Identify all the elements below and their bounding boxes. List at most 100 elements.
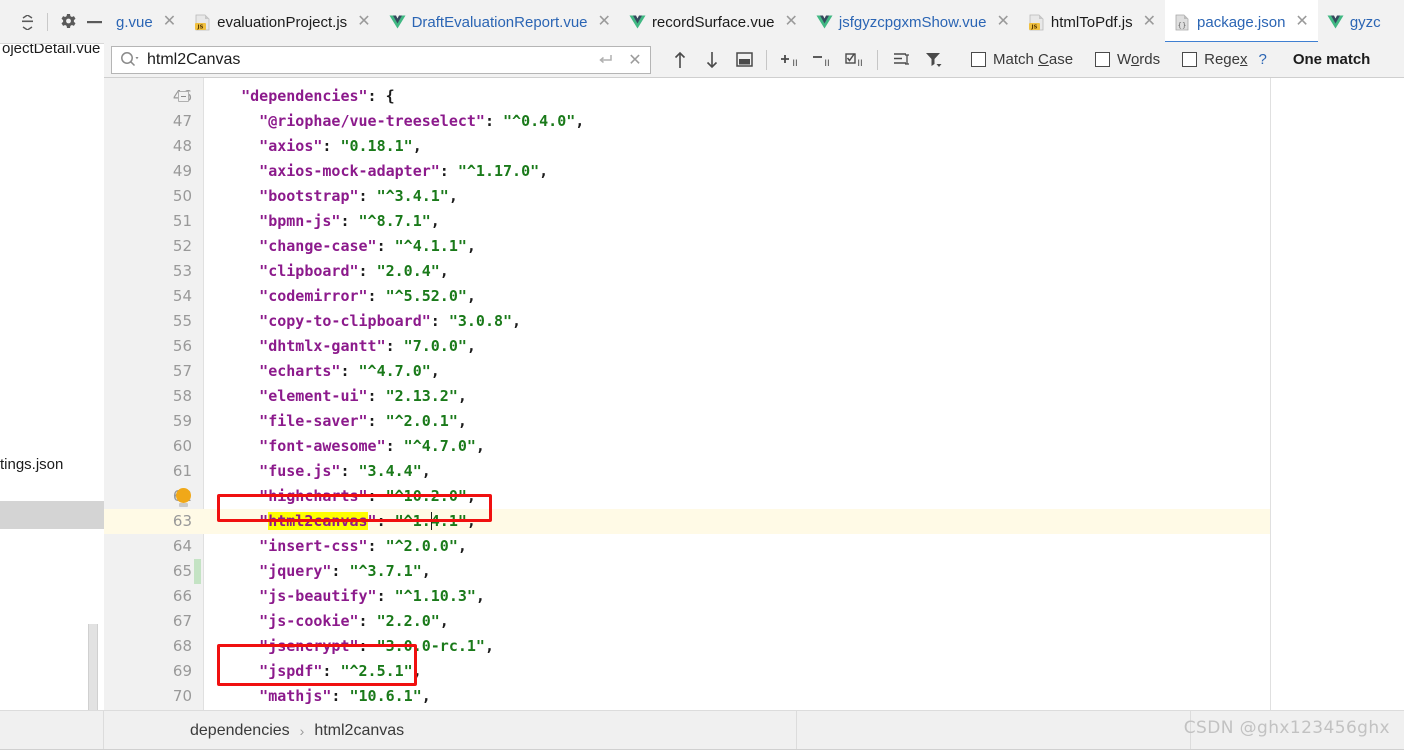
line-number: 49 bbox=[172, 162, 192, 180]
close-icon[interactable]: ✕ bbox=[1143, 14, 1156, 30]
code-line[interactable]: 47 "@riophae/vue-treeselect": "^0.4.0", bbox=[104, 109, 1270, 134]
hide-panel-icon[interactable] bbox=[81, 7, 107, 37]
return-arrow-icon[interactable] bbox=[590, 47, 620, 73]
line-number: 51 bbox=[172, 212, 192, 230]
code-token: "^4.1.1" bbox=[394, 237, 467, 255]
search-input-value[interactable]: html2Canvas bbox=[147, 51, 590, 68]
project-item-clipped-mid[interactable]: tings.json bbox=[0, 456, 63, 473]
intention-bulb-icon[interactable] bbox=[176, 488, 191, 507]
select-all-icon[interactable] bbox=[729, 45, 759, 75]
match-case-option[interactable]: Match Case bbox=[971, 51, 1073, 68]
filter-icon[interactable] bbox=[919, 45, 949, 75]
code-line[interactable]: 54 "codemirror": "^5.52.0", bbox=[104, 284, 1270, 309]
remove-occurrence-icon[interactable]: II bbox=[808, 45, 838, 75]
settings-gear-icon[interactable] bbox=[55, 7, 81, 37]
breadcrumb-item-html2canvas[interactable]: html2canvas bbox=[314, 722, 404, 740]
line-number: 63 bbox=[172, 512, 192, 530]
regex-checkbox[interactable] bbox=[1182, 52, 1198, 67]
code-editor[interactable]: 46"dependencies": {47 "@riophae/vue-trees… bbox=[104, 78, 1270, 710]
tab-recordsurface-vue[interactable]: recordSurface.vue ✕ bbox=[620, 0, 807, 43]
regex-option[interactable]: Regex ? bbox=[1182, 51, 1267, 68]
code-line[interactable]: 56 "dhtmlx-gantt": "7.0.0", bbox=[104, 334, 1270, 359]
code-line[interactable]: 53 "clipboard": "2.0.4", bbox=[104, 259, 1270, 284]
code-token: : bbox=[358, 262, 377, 280]
search-input[interactable]: html2Canvas ✕ bbox=[111, 45, 651, 74]
fold-toggle-icon[interactable] bbox=[178, 91, 189, 102]
code-token: , bbox=[448, 187, 458, 205]
code-line[interactable]: 61 "fuse.js": "3.4.4", bbox=[104, 459, 1270, 484]
code-line[interactable]: 66 "js-beautify": "^1.10.3", bbox=[104, 584, 1270, 609]
match-case-checkbox[interactable] bbox=[971, 52, 986, 67]
regex-help-icon[interactable]: ? bbox=[1258, 51, 1266, 68]
tab-evaluationproject-js[interactable]: JS evaluationProject.js ✕ bbox=[185, 0, 379, 43]
select-all-occurrences-icon[interactable]: II bbox=[840, 45, 870, 75]
watermark-label: CSDN @ghx123456ghx bbox=[1183, 718, 1390, 738]
words-checkbox[interactable] bbox=[1095, 52, 1111, 67]
tab-jsfgyzcpgxmshow-vue[interactable]: jsfgyzcpgxmShow.vue ✕ bbox=[807, 0, 1019, 43]
find-next-icon[interactable] bbox=[697, 45, 727, 75]
breadcrumb-item-dependencies[interactable]: dependencies bbox=[190, 722, 290, 740]
code-line[interactable]: 68 "jsencrypt": "3.0.0-rc.1", bbox=[104, 634, 1270, 659]
editor-tab-bar: g.vue ✕ JS evaluationProject.js ✕ DraftE… bbox=[0, 0, 1404, 44]
project-item-selected-row[interactable] bbox=[0, 501, 104, 529]
code-token: "7.0.0" bbox=[403, 337, 467, 355]
code-line[interactable]: 64 "insert-css": "^2.0.0", bbox=[104, 534, 1270, 559]
code-line[interactable]: 55 "copy-to-clipboard": "3.0.8", bbox=[104, 309, 1270, 334]
code-line[interactable]: 63 "html2canvas": "^1.4.1", bbox=[104, 509, 1270, 534]
code-line[interactable]: 51 "bpmn-js": "^8.7.1", bbox=[104, 209, 1270, 234]
code-text: "axios-mock-adapter": "^1.17.0", bbox=[259, 159, 548, 184]
code-token: "js-beautify" bbox=[259, 587, 377, 605]
code-token: , bbox=[421, 462, 431, 480]
search-icon[interactable] bbox=[120, 51, 139, 68]
code-line[interactable]: 57 "echarts": "^4.7.0", bbox=[104, 359, 1270, 384]
code-token: "dhtmlx-gantt" bbox=[259, 337, 386, 355]
code-line[interactable]: 52 "change-case": "^4.1.1", bbox=[104, 234, 1270, 259]
code-text: "element-ui": "2.13.2", bbox=[259, 384, 467, 409]
code-token: "insert-css" bbox=[259, 537, 368, 555]
collapse-all-icon[interactable] bbox=[14, 7, 40, 37]
tab-g-vue[interactable]: g.vue ✕ bbox=[107, 0, 185, 43]
code-token: "echarts" bbox=[259, 362, 341, 380]
code-line[interactable]: 60 "font-awesome": "^4.7.0", bbox=[104, 434, 1270, 459]
in-selection-icon[interactable] bbox=[887, 45, 917, 75]
code-token: "^2.0.1" bbox=[385, 412, 458, 430]
close-icon[interactable]: ✕ bbox=[1295, 14, 1308, 30]
tab-package-json[interactable]: {} package.json ✕ bbox=[1165, 0, 1318, 43]
code-line[interactable]: 70 "mathjs": "10.6.1", bbox=[104, 684, 1270, 709]
code-token: "^1.10.3" bbox=[394, 587, 476, 605]
close-icon[interactable]: ✕ bbox=[598, 14, 611, 30]
code-line[interactable]: 49 "axios-mock-adapter": "^1.17.0", bbox=[104, 159, 1270, 184]
close-icon[interactable]: ✕ bbox=[357, 14, 370, 30]
code-line[interactable]: 50 "bootstrap": "^3.4.1", bbox=[104, 184, 1270, 209]
clear-search-icon[interactable]: ✕ bbox=[620, 47, 650, 73]
close-icon[interactable]: ✕ bbox=[997, 14, 1010, 30]
code-text: "html2canvas": "^1.4.1", bbox=[259, 509, 476, 534]
line-number: 61 bbox=[172, 462, 192, 480]
code-line[interactable]: 46"dependencies": { bbox=[104, 84, 1270, 109]
code-token: "^10.2.0" bbox=[385, 487, 467, 505]
words-option[interactable]: Words bbox=[1095, 51, 1160, 68]
code-token: "^2.0.0" bbox=[385, 537, 458, 555]
project-item-clipped-top[interactable]: ojectDetail.vue bbox=[2, 44, 100, 57]
code-token: "^5.52.0" bbox=[385, 287, 467, 305]
close-icon[interactable]: ✕ bbox=[785, 14, 798, 30]
code-token: : bbox=[439, 162, 458, 180]
code-token: : bbox=[430, 312, 449, 330]
code-line[interactable]: 58 "element-ui": "2.13.2", bbox=[104, 384, 1270, 409]
line-number: 68 bbox=[172, 637, 192, 655]
tab-draftevaluationreport-vue[interactable]: DraftEvaluationReport.vue ✕ bbox=[380, 0, 620, 43]
code-text: "clipboard": "2.0.4", bbox=[259, 259, 449, 284]
close-icon[interactable]: ✕ bbox=[163, 14, 176, 30]
code-line[interactable]: 59 "file-saver": "^2.0.1", bbox=[104, 409, 1270, 434]
vcs-change-marker[interactable] bbox=[194, 559, 201, 584]
code-token: : bbox=[331, 687, 350, 705]
tab-htmltopdf-js[interactable]: JS htmlToPdf.js ✕ bbox=[1019, 0, 1165, 43]
code-line[interactable]: 67 "js-cookie": "2.2.0", bbox=[104, 609, 1270, 634]
code-line[interactable]: 65 "jquery": "^3.7.1", bbox=[104, 559, 1270, 584]
find-previous-icon[interactable] bbox=[665, 45, 695, 75]
code-line[interactable]: 69 "jspdf": "^2.5.1", bbox=[104, 659, 1270, 684]
add-occurrence-icon[interactable]: II bbox=[776, 45, 806, 75]
tab-gyzc[interactable]: gyzc bbox=[1318, 0, 1390, 43]
code-line[interactable]: 48 "axios": "0.18.1", bbox=[104, 134, 1270, 159]
code-line[interactable]: 62"highcharts": "^10.2.0", bbox=[104, 484, 1270, 509]
